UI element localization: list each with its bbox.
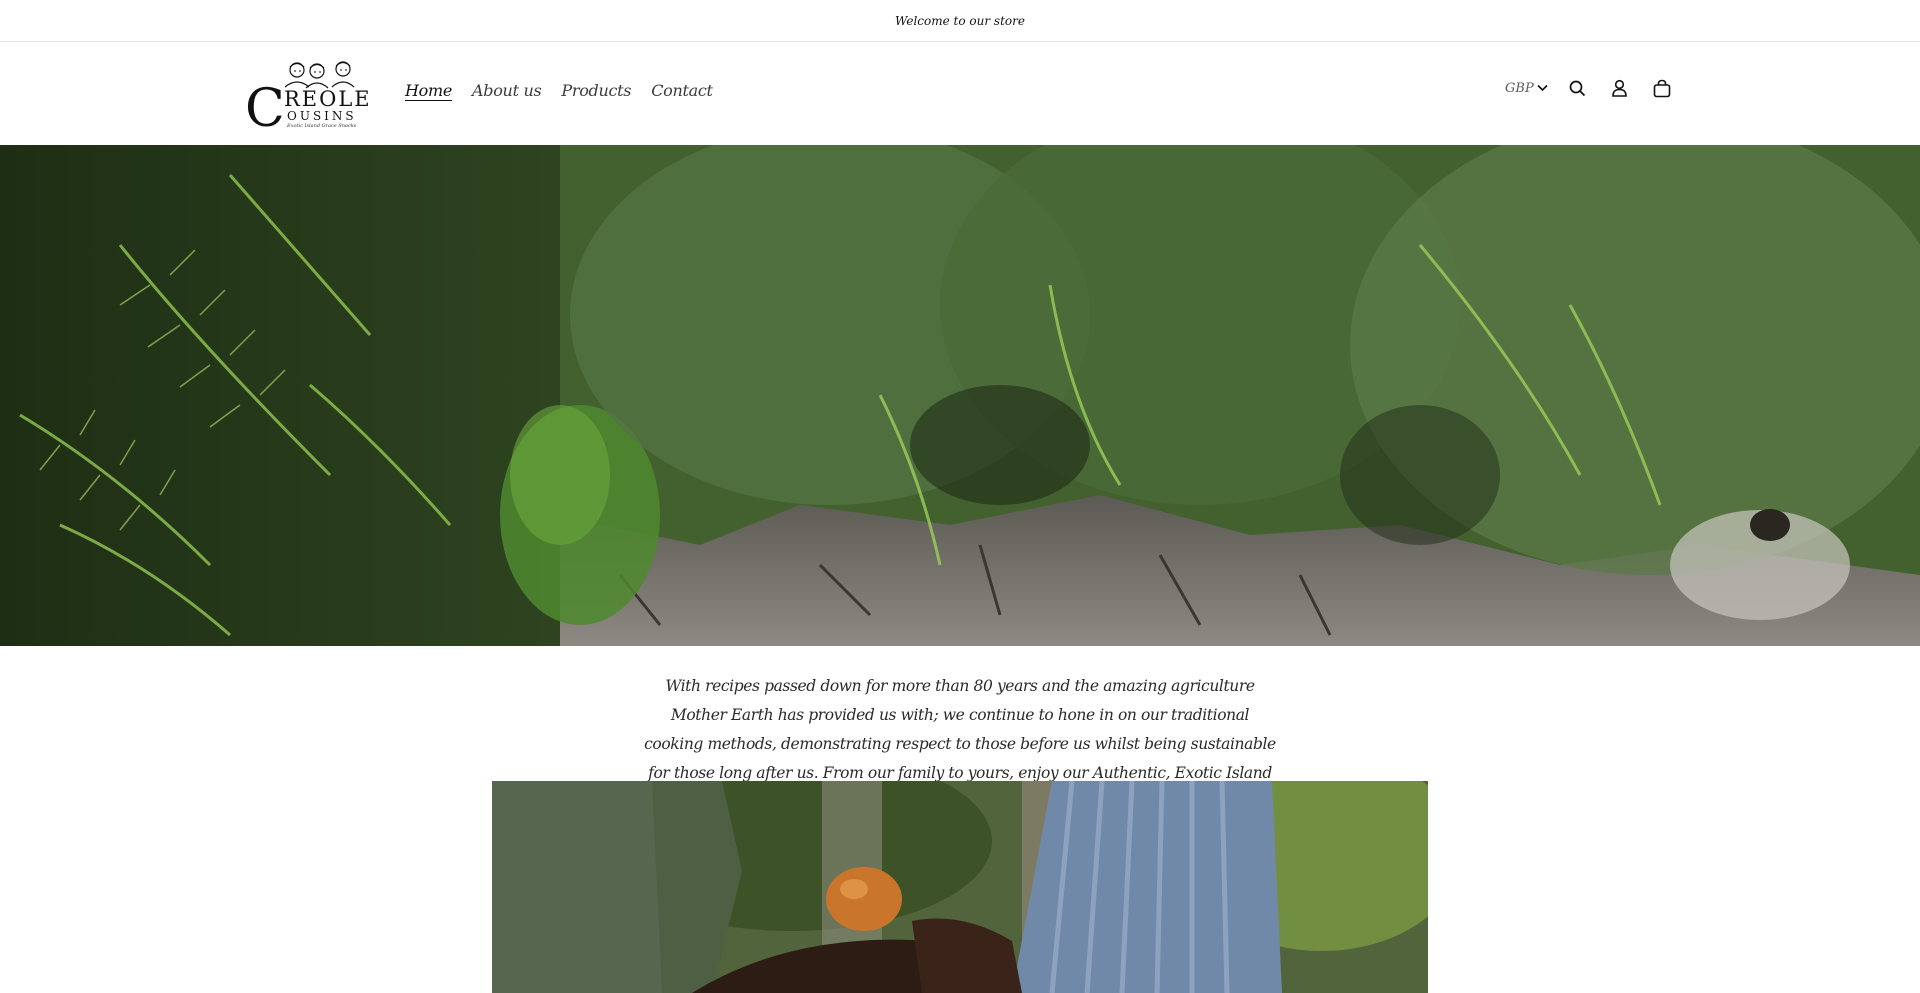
main-nav: Home About us Products Contact bbox=[405, 81, 713, 100]
logo-line2: OUSINS bbox=[287, 109, 357, 123]
nav-contact[interactable]: Contact bbox=[651, 81, 713, 100]
video-frame bbox=[492, 781, 1428, 993]
hero-banner bbox=[0, 145, 1920, 646]
currency-selector[interactable]: GBP bbox=[1505, 81, 1548, 96]
nav-about-us[interactable]: About us bbox=[472, 81, 542, 100]
nav-home[interactable]: Home bbox=[405, 81, 452, 100]
chevron-down-icon bbox=[1537, 81, 1548, 96]
logo-tagline: Exotic Island Grace Snacks bbox=[287, 123, 357, 129]
search-icon[interactable] bbox=[1568, 78, 1588, 98]
logo-initial: C bbox=[245, 79, 285, 129]
site-logo[interactable]: C REOLE OUSINS Exotic Island Grace Snack… bbox=[245, 57, 372, 139]
site-header: C REOLE OUSINS Exotic Island Grace Snack… bbox=[0, 43, 1920, 145]
header-tools: GBP bbox=[1505, 73, 1672, 103]
announcement-bar: Welcome to our store bbox=[0, 0, 1920, 42]
account-icon[interactable] bbox=[1610, 78, 1630, 98]
currency-label: GBP bbox=[1505, 80, 1534, 96]
nav-products[interactable]: Products bbox=[561, 81, 631, 100]
cart-icon[interactable] bbox=[1652, 78, 1672, 98]
feature-video[interactable] bbox=[492, 781, 1428, 993]
hero-image bbox=[0, 145, 1920, 646]
announcement-text: Welcome to our store bbox=[895, 13, 1025, 28]
logo-line1: REOLE bbox=[284, 87, 372, 111]
